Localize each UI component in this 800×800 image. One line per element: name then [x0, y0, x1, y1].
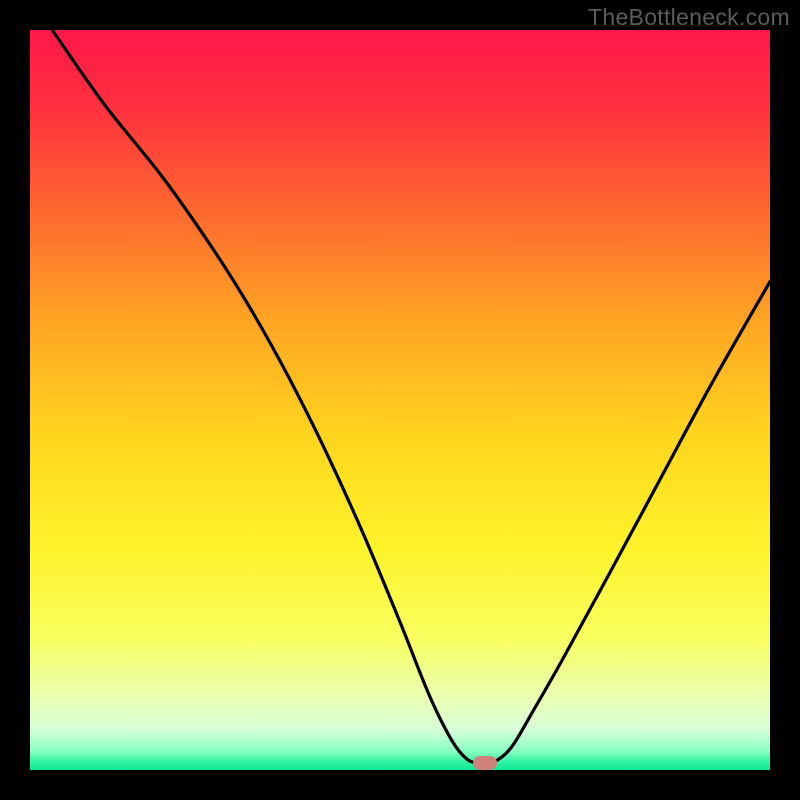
plot-area	[30, 30, 770, 770]
bottleneck-curve	[30, 30, 770, 770]
optimum-marker	[473, 756, 497, 770]
watermark-text: TheBottleneck.com	[588, 4, 790, 31]
chart-frame: TheBottleneck.com	[0, 0, 800, 800]
